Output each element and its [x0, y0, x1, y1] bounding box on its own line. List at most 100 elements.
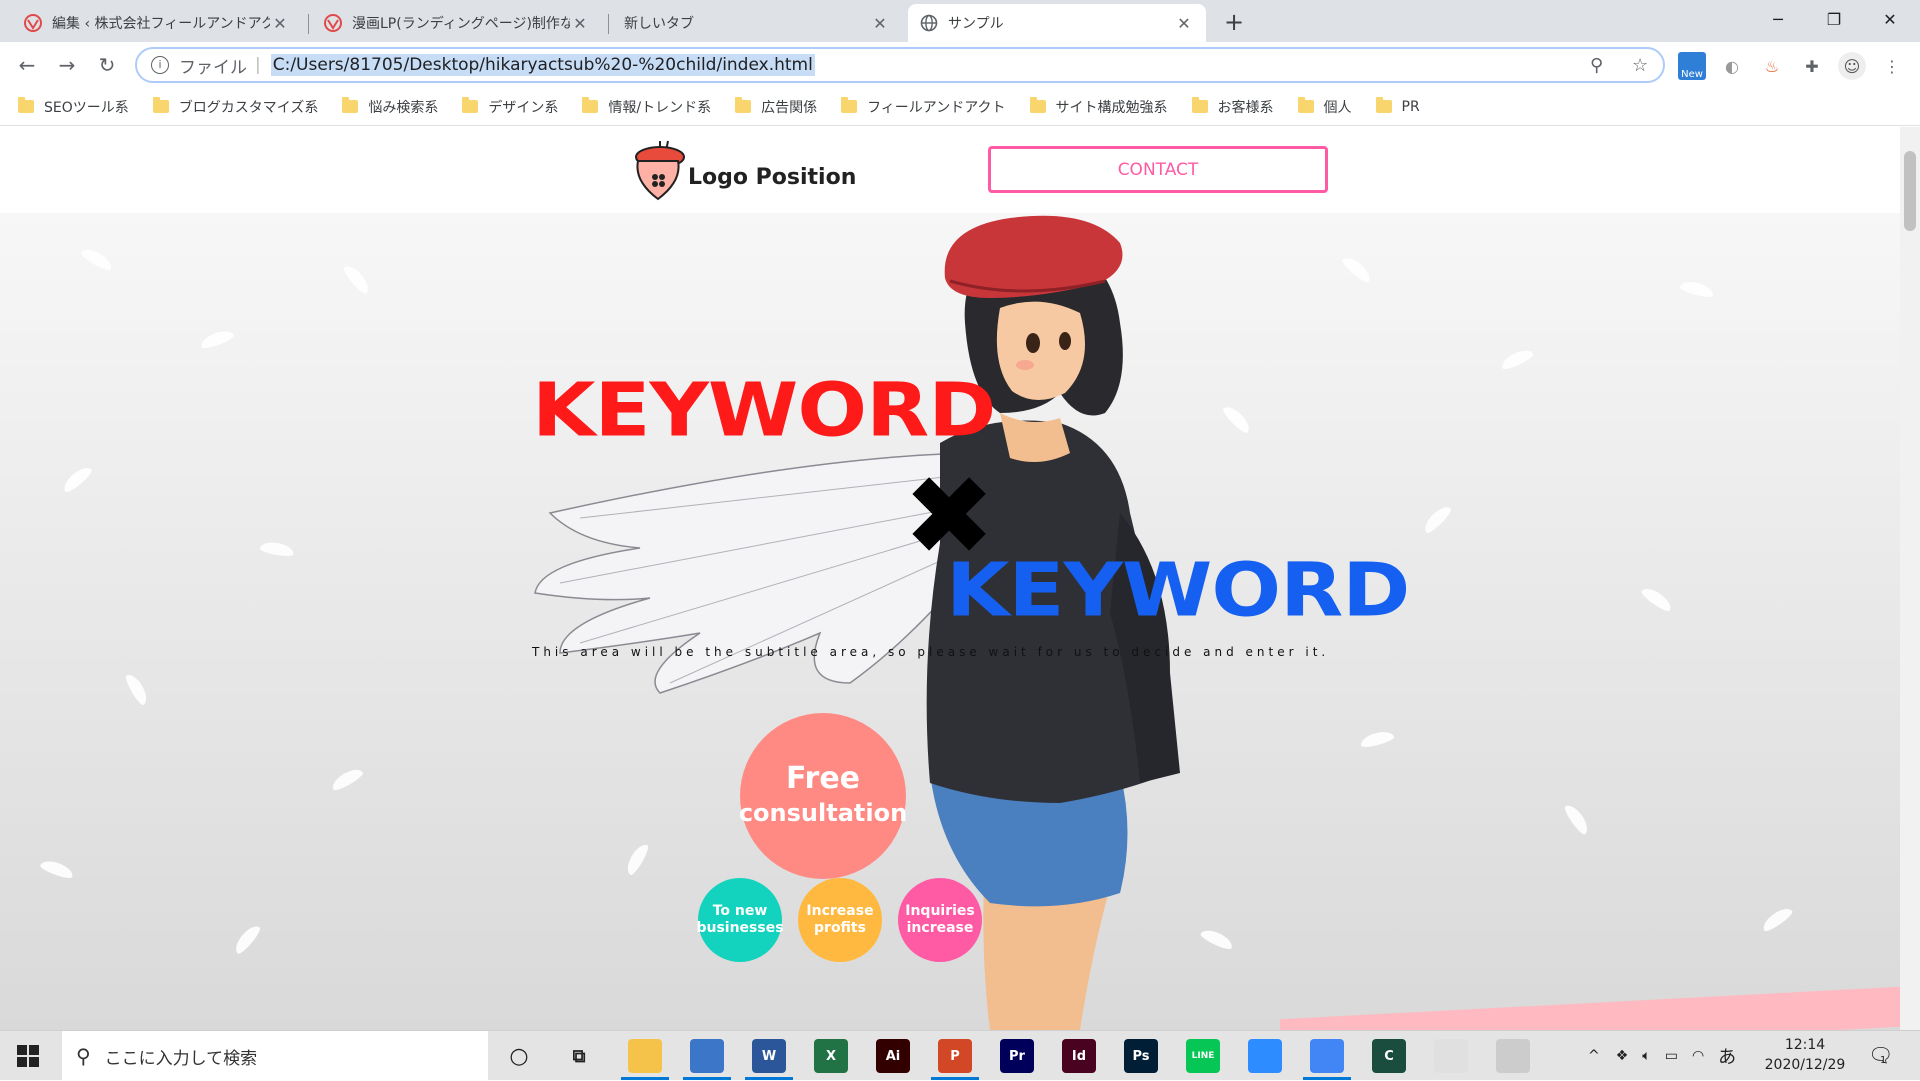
hero-subtitle: This area will be the subtitle area, so … [532, 645, 1330, 659]
forward-icon[interactable]: → [52, 50, 82, 80]
bookmark-folder[interactable]: サイト構成勉強系 [1029, 97, 1168, 117]
file-explorer-icon[interactable] [628, 1039, 662, 1073]
feather-decoration [1499, 346, 1535, 372]
url-text[interactable]: C:/Users/81705/Desktop/hikaryactsub%20-%… [270, 54, 815, 76]
bookmark-folder[interactable]: 悩み検索系 [342, 97, 438, 117]
feather-decoration [1562, 801, 1592, 837]
tab-title: 編集 ‹ 株式会社フィールアンドアクト [52, 16, 270, 32]
window-close-icon[interactable]: ✕ [1862, 0, 1918, 38]
code-editor-icon[interactable]: C [1372, 1039, 1406, 1073]
tab-new[interactable]: 新しいタブ ✕ [612, 4, 902, 42]
chevron-up-icon[interactable]: ^ [1588, 1048, 1600, 1064]
extension-flame-icon[interactable]: ♨ [1758, 52, 1786, 80]
word-icon[interactable]: W [752, 1039, 786, 1073]
feather-decoration [198, 327, 236, 351]
dropbox-icon[interactable]: ❖ [1616, 1048, 1629, 1064]
page-scrollbar[interactable] [1900, 127, 1920, 1030]
volume-icon[interactable]: 🔈︎ [1642, 1048, 1650, 1064]
indesign-icon[interactable]: Id [1062, 1039, 1096, 1073]
close-icon[interactable]: ✕ [570, 14, 590, 33]
bookmark-folder[interactable]: 個人 [1297, 97, 1352, 117]
premiere-icon[interactable]: Pr [1000, 1039, 1034, 1073]
browser-toolbar: ← → ↻ i ファイル | C:/Users/81705/Desktop/hi… [0, 42, 1920, 88]
taskbar-search-input[interactable]: ⚲ ここに入力して検索 [62, 1031, 488, 1081]
bookmark-folder[interactable]: ブログカスタマイズ系 [152, 97, 318, 117]
bookmark-star-icon[interactable]: ☆ [1632, 55, 1648, 76]
profile-avatar[interactable]: ☺ [1838, 52, 1866, 80]
extension-circle-icon[interactable]: ◐ [1718, 52, 1746, 80]
tab-title: サンプル [948, 16, 1004, 32]
close-icon[interactable]: ✕ [270, 14, 290, 33]
headline-keyword-blue: KEYWORD [946, 547, 1410, 634]
notification-center-icon[interactable]: 🗨︎ 1 [1868, 1043, 1893, 1067]
folder-icon [1029, 97, 1046, 113]
thunderbird-icon[interactable] [690, 1039, 724, 1073]
logo-icon[interactable] [628, 137, 688, 203]
bookmark-folder[interactable]: デザイン系 [462, 97, 558, 117]
zoom-icon[interactable]: ⚲ [1590, 55, 1603, 76]
news-extension-icon[interactable]: New [1678, 52, 1706, 80]
bookmark-folder[interactable]: 広告関係 [735, 97, 817, 117]
scrollbar-thumb[interactable] [1904, 151, 1916, 231]
feather-decoration [60, 463, 94, 495]
battery-icon[interactable]: ▭ [1665, 1048, 1678, 1064]
tab-manga-lp[interactable]: 漫画LP(ランディングページ)制作ならフ ✕ [312, 4, 602, 42]
photoshop-icon[interactable]: Ps [1124, 1039, 1158, 1073]
bookmark-folder[interactable]: お客様系 [1191, 97, 1274, 117]
tab-strip: 編集 ‹ 株式会社フィールアンドアクト ✕ 漫画LP(ランディングページ)制作な… [0, 0, 1920, 42]
chrome-icon[interactable] [1310, 1039, 1344, 1073]
cortana-icon[interactable]: ○ [502, 1039, 536, 1073]
close-icon[interactable]: ✕ [1174, 14, 1194, 33]
feather-decoration [1679, 278, 1715, 300]
bookmark-folder[interactable]: 情報/トレンド系 [582, 97, 711, 117]
feather-decoration [1759, 904, 1795, 934]
hero-section: KEYWORD ✖ KEYWORD This area will be the … [0, 213, 1900, 1030]
slack-icon[interactable] [1434, 1039, 1468, 1073]
tab-title: 新しいタブ [624, 16, 694, 32]
feather-decoration [123, 671, 151, 707]
feather-decoration [1639, 584, 1675, 614]
app-icon[interactable] [1496, 1039, 1530, 1073]
windows-start-icon[interactable] [16, 1044, 40, 1068]
wp-red-icon [324, 14, 342, 32]
site-header: Logo Position CONTACT [0, 127, 1900, 213]
contact-button[interactable]: CONTACT [988, 146, 1328, 193]
extensions-puzzle-icon[interactable]: ✚ [1798, 52, 1826, 80]
task-view-icon[interactable]: ⧉ [562, 1039, 596, 1073]
minimize-icon[interactable]: ─ [1750, 0, 1806, 38]
system-tray: ^ ❖ 🔈︎ ▭ ◠ あ [1588, 1031, 1736, 1081]
taskbar-clock[interactable]: 12:14 2020/12/29 [1760, 1035, 1850, 1075]
feather-decoration [231, 922, 263, 956]
bookmark-folder[interactable]: フィールアンドアクト [841, 97, 1006, 117]
address-bar[interactable]: i ファイル | C:/Users/81705/Desktop/hikaryac… [135, 47, 1665, 83]
excel-icon[interactable]: X [814, 1039, 848, 1073]
tab-sample[interactable]: サンプル ✕ [908, 4, 1206, 42]
folder-icon [1191, 97, 1208, 113]
powerpoint-icon[interactable]: P [938, 1039, 972, 1073]
new-tab-button[interactable]: + [1220, 8, 1248, 36]
wifi-icon[interactable]: ◠ [1692, 1048, 1704, 1064]
menu-icon[interactable]: ⋮ [1878, 52, 1906, 80]
maximize-icon[interactable]: ❐ [1806, 0, 1862, 38]
free-consultation-badge[interactable]: Free consultation [739, 713, 907, 879]
reload-icon[interactable]: ↻ [92, 50, 122, 80]
pink-band-decoration [1280, 986, 1900, 1030]
tab-edit[interactable]: 編集 ‹ 株式会社フィールアンドアクト ✕ [12, 4, 302, 42]
bookmark-folder[interactable]: PR [1375, 97, 1420, 115]
feather-decoration [1420, 502, 1454, 536]
back-icon[interactable]: ← [12, 50, 42, 80]
logo-text[interactable]: Logo Position [688, 165, 856, 190]
folder-icon [18, 97, 34, 113]
search-icon: ⚲ [76, 1044, 91, 1068]
line-icon[interactable]: LINE [1186, 1039, 1220, 1073]
feather-decoration [1359, 728, 1395, 750]
zoom-icon[interactable] [1248, 1039, 1282, 1073]
bookmark-folder[interactable]: SEOツール系 [18, 97, 129, 117]
folder-icon [462, 97, 479, 113]
headline-keyword-red: KEYWORD [532, 367, 996, 454]
folder-icon [342, 97, 359, 113]
ime-indicator[interactable]: あ [1718, 1043, 1736, 1069]
illustrator-icon[interactable]: Ai [876, 1039, 910, 1073]
info-icon[interactable]: i [151, 56, 169, 74]
close-icon[interactable]: ✕ [870, 14, 890, 33]
